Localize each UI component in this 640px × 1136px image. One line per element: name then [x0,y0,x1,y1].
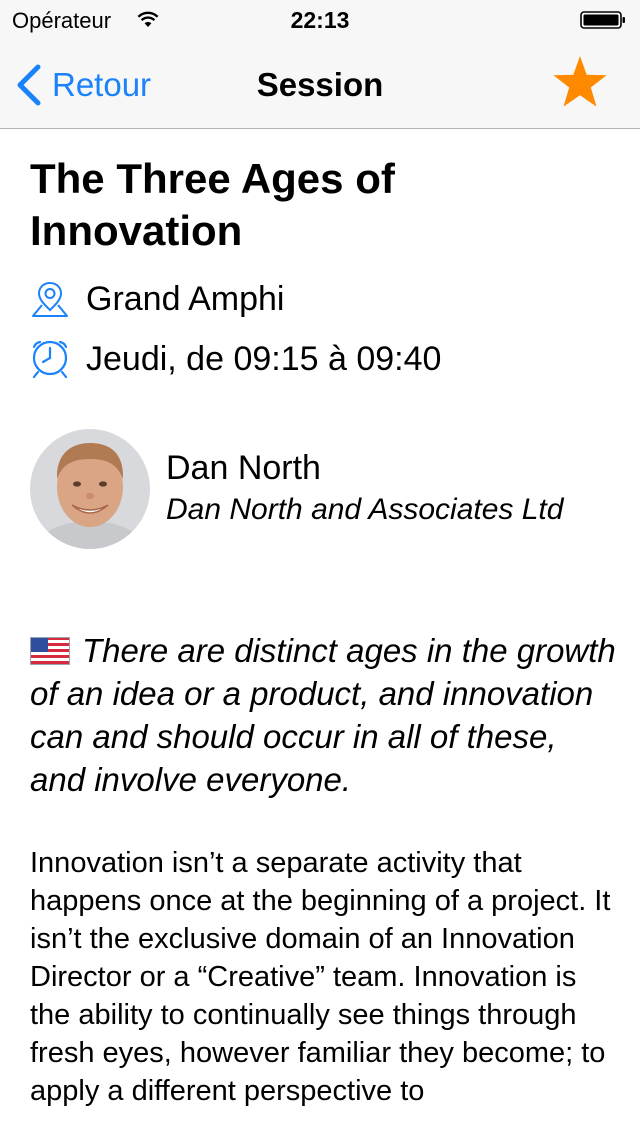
location-pin-icon [32,281,68,317]
navigation-bar: Retour Session [0,40,640,129]
status-time: 22:13 [290,7,350,33]
schedule-label: Jeudi, de 09:15 à 09:40 [86,339,442,378]
session-description: Innovation isn’t a separate activity tha… [30,847,611,1107]
speaker-avatar [30,429,150,549]
clock-icon [32,340,68,379]
star-icon[interactable] [551,54,609,112]
speaker-company: Dan North and Associates Ltd [166,493,564,526]
session-title: The Three Ages of Innovation [30,155,395,254]
room-row: Grand Amphi [30,279,284,319]
speaker-name: Dan North [166,449,321,487]
session-summary-text: There are distinct ages in the growth of… [30,632,616,798]
battery-icon [580,11,625,29]
room-label: Grand Amphi [86,279,285,318]
us-flag-icon [30,637,70,665]
speaker-row[interactable]: Dan North Dan North and Associates Ltd [30,429,620,549]
session-screen: Opérateur 22:13 Retour Session The Three… [0,0,640,1136]
session-summary: There are distinct ages in the growth of… [30,629,620,801]
schedule-row: Jeudi, de 09:15 à 09:40 [30,339,441,379]
status-bar: Opérateur 22:13 [0,0,640,40]
nav-title: Session [256,66,384,103]
